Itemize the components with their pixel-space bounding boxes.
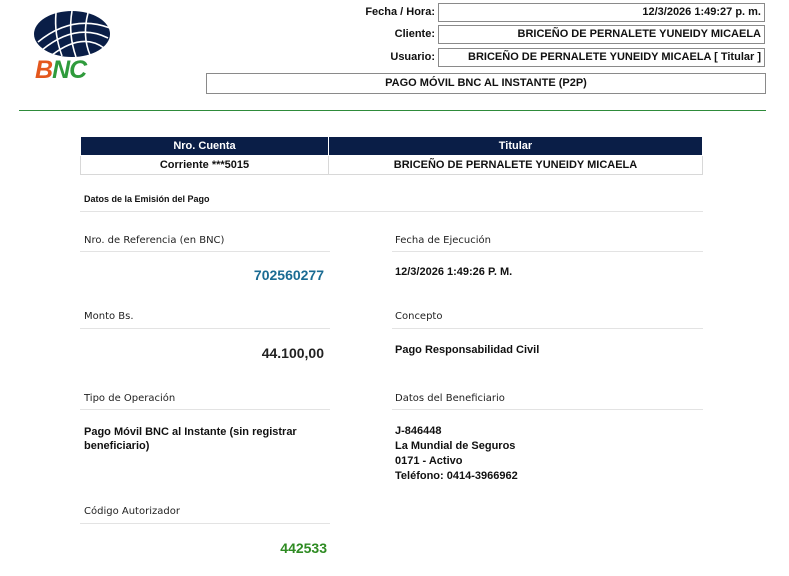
- beneficiario-details: J-846448 La Mundial de Seguros 0171 - Ac…: [395, 424, 518, 484]
- tipo-operacion-label: Tipo de Operación: [84, 393, 176, 404]
- cell-cuenta: Corriente ***5015: [80, 155, 329, 175]
- fecha-label: Fecha / Hora:: [365, 6, 435, 18]
- concepto-label: Concepto: [395, 311, 443, 322]
- fecha-ejecucion-value: 12/3/2026 1:49:26 P. M.: [395, 266, 513, 278]
- beneficiario-nombre: La Mundial de Seguros: [395, 440, 516, 452]
- tipo-operacion-line-1: Pago Móvil BNC al Instante (sin registra…: [84, 426, 297, 438]
- referencia-divider: [80, 251, 330, 252]
- column-header-titular: Titular: [328, 136, 703, 156]
- fecha-ejecucion-label: Fecha de Ejecución: [395, 235, 491, 246]
- autorizador-divider: [80, 523, 330, 524]
- cell-titular: BRICEÑO DE PERNALETE YUNEIDY MICAELA: [328, 155, 703, 175]
- table-header-row: Nro. Cuenta Titular: [80, 136, 703, 156]
- beneficiario-rif: J-846448: [395, 425, 442, 437]
- monto-label: Monto Bs.: [84, 311, 134, 322]
- usuario-value: BRICEÑO DE PERNALETE YUNEIDY MICAELA [ T…: [438, 48, 765, 67]
- beneficiario-divider: [392, 409, 703, 410]
- beneficiario-banco: 0171 - Activo: [395, 455, 463, 467]
- table-row: Corriente ***5015 BRICEÑO DE PERNALETE Y…: [80, 155, 703, 175]
- fecha-ejecucion-divider: [392, 251, 703, 252]
- tipo-operacion-value: Pago Móvil BNC al Instante (sin registra…: [84, 425, 297, 453]
- account-table: Nro. Cuenta Titular Corriente ***5015 BR…: [80, 136, 703, 175]
- page-title: PAGO MÓVIL BNC AL INSTANTE (P2P): [206, 73, 766, 94]
- cliente-label: Cliente:: [394, 28, 435, 40]
- autorizador-value: 442533: [280, 540, 327, 556]
- autorizador-label: Código Autorizador: [84, 506, 180, 517]
- monto-value: 44.100,00: [261, 345, 324, 361]
- tipo-operacion-divider: [80, 409, 330, 410]
- monto-divider: [80, 328, 330, 329]
- cliente-value: BRICEÑO DE PERNALETE YUNEIDY MICAELA: [438, 25, 765, 44]
- beneficiario-label: Datos del Beneficiario: [395, 393, 505, 404]
- section-title: Datos de la Emisión del Pago: [84, 194, 210, 204]
- referencia-label: Nro. de Referencia (en BNC): [84, 235, 225, 246]
- fecha-value: 12/3/2026 1:49:27 p. m.: [438, 3, 765, 22]
- usuario-label: Usuario:: [390, 51, 435, 63]
- tipo-operacion-line-2: beneficiario): [84, 440, 150, 452]
- concepto-value: Pago Responsabilidad Civil: [395, 344, 540, 356]
- section-divider: [80, 211, 703, 212]
- referencia-value: 702560277: [253, 267, 324, 283]
- concepto-divider: [392, 328, 703, 329]
- header-divider: [19, 110, 766, 111]
- logo-wordmark: BNC: [35, 56, 87, 84]
- beneficiario-telefono: Teléfono: 0414-3966962: [395, 470, 518, 482]
- column-header-cuenta: Nro. Cuenta: [80, 136, 329, 156]
